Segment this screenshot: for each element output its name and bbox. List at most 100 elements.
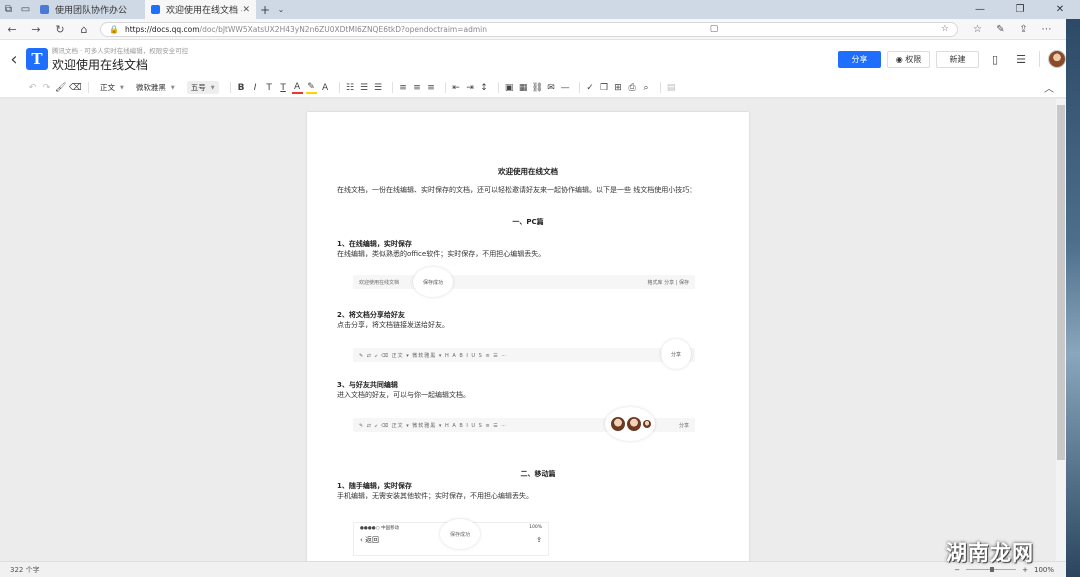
minimize-icon[interactable]: — [960, 4, 1000, 15]
url-field[interactable]: 🔒 https://docs.qq.com /doc/bJtWW5XatsUX2… [100, 21, 958, 37]
restore-icon[interactable]: ❐ [1000, 4, 1040, 15]
text-effect-icon[interactable]: A [320, 83, 331, 93]
image-icon[interactable]: ▣ [504, 83, 515, 93]
divider [88, 82, 89, 93]
section-heading-pc: 一、PC篇 [512, 218, 544, 226]
divider [1039, 51, 1040, 67]
more-options-icon[interactable]: ▤ [666, 83, 677, 93]
redo-icon[interactable]: ↷ [41, 83, 52, 93]
undo-icon[interactable]: ↶ [27, 83, 38, 93]
avatar [643, 420, 651, 428]
forward-icon[interactable]: → [24, 23, 48, 36]
doc-title[interactable]: 欢迎使用在线文档 [52, 56, 188, 73]
chevron-down-icon[interactable]: ⌄ [274, 5, 288, 14]
permission-button[interactable]: ◉ 权限 [887, 50, 930, 68]
spellcheck-icon[interactable]: ✓ [585, 83, 596, 93]
font-color-icon[interactable]: A [291, 82, 303, 94]
share-icon[interactable]: ⇪ [1012, 24, 1035, 35]
align-left-icon[interactable]: ≡ [398, 83, 409, 93]
new-tab-icon[interactable]: + [256, 3, 274, 17]
window-controls: — ❐ ✕ [960, 4, 1080, 15]
highlight-icon[interactable]: ✎ [305, 82, 317, 94]
back-arrow-icon[interactable]: ‹ [4, 49, 24, 70]
illustration-share: ✎ ⇄ ⤶ ⌫ 正文 ▾ 微软雅黑 ▾ H A B I U S ≡ ☰ ⋯ [353, 348, 695, 362]
line-spacing-icon[interactable]: ↕ [479, 83, 490, 93]
format-painter-icon[interactable]: 🖌 [55, 83, 66, 93]
avatar [611, 417, 625, 431]
font-size-select[interactable]: 五号 ▼ [186, 81, 219, 94]
search-icon[interactable]: ⌕ [641, 83, 652, 93]
align-right-icon[interactable]: ≡ [426, 83, 437, 93]
tab-favicon-icon [40, 5, 49, 14]
lock-icon: 🔒 [109, 24, 119, 34]
collapse-toolbar-icon[interactable]: ︿ [1044, 80, 1054, 95]
mock-share-label: 分享 [678, 422, 689, 429]
divider [229, 82, 231, 93]
mobile-icon[interactable]: ▯ [985, 53, 1005, 66]
share-button[interactable]: 分享 [838, 50, 881, 68]
coeditor-avatars [605, 407, 655, 441]
tip-heading: 1、随手编辑，实时保存 [337, 482, 412, 490]
ordered-list-icon[interactable]: ☷ [345, 83, 356, 93]
more-icon[interactable]: ⋯ [1035, 24, 1058, 35]
copy-icon[interactable]: ❐ [599, 83, 610, 93]
scrollbar-thumb[interactable] [1057, 105, 1065, 460]
zoom-slider[interactable] [966, 567, 1017, 572]
refresh-icon[interactable]: ↻ [48, 23, 72, 36]
clear-format-icon[interactable]: ⌫ [69, 83, 82, 93]
doc-intro: 在线文档，一份在线编辑、实时保存的文档，还可以轻松邀请好友来一起协作编辑。以下是… [337, 186, 697, 194]
bullet-list-icon[interactable]: ☰ [359, 83, 370, 93]
phone-save-bubble: 保存成功 [440, 519, 480, 549]
tip-text: 点击分享，将文档链接发送给好友。 [337, 321, 449, 329]
close-icon[interactable]: ✕ [242, 5, 250, 15]
phone-back: ‹ 返回 [360, 536, 380, 544]
close-window-icon[interactable]: ✕ [1040, 4, 1080, 15]
paragraph-style-select[interactable]: 正文 ▼ [100, 82, 124, 93]
table-icon[interactable]: ▦ [518, 83, 529, 93]
save-success-bubble: 保存成功 [413, 267, 453, 297]
eye-icon: ◉ [895, 54, 906, 64]
code-icon[interactable]: ⊞ [613, 83, 624, 93]
align-center-icon[interactable]: ≡ [412, 83, 423, 93]
zoom-slider-knob[interactable] [990, 567, 995, 572]
bold-icon[interactable]: B [236, 83, 247, 93]
browser-tab[interactable]: 使用团队协作办公 [34, 0, 145, 19]
pen-icon[interactable]: ✎ [989, 24, 1012, 35]
indent-increase-icon[interactable]: ⇥ [465, 83, 476, 93]
home-icon[interactable]: ⌂ [72, 23, 96, 36]
reader-icon[interactable]: ▢ [702, 24, 719, 34]
underline-icon[interactable]: T [278, 83, 289, 93]
menu-icon[interactable]: ☰ [1011, 53, 1031, 66]
tencent-docs-logo[interactable]: T [26, 48, 48, 70]
url-path: /doc/bJtWW5XatsUX2H43yN2n6ZU0XDtMI6ZNQE6… [199, 24, 487, 34]
back-icon[interactable]: ← [0, 23, 24, 36]
style-value: 正文 [100, 83, 115, 92]
vertical-scrollbar[interactable] [1056, 99, 1066, 561]
desktop-background [1066, 19, 1080, 577]
favorites-icon[interactable]: ☆ [966, 24, 989, 35]
document-page[interactable]: 欢迎使用在线文档 在线文档，一份在线编辑、实时保存的文档，还可以轻松邀请好友来一… [307, 112, 749, 561]
tab-actions-icon[interactable]: ⧉ [0, 0, 17, 19]
link-icon[interactable]: ⛓ [532, 83, 543, 93]
divider [578, 82, 580, 93]
doc-header: ‹ T 腾讯文档 · 可多人实时在线编辑，权限安全可控 欢迎使用在线文档 分享 … [0, 40, 1080, 78]
header-actions: 分享 ◉ 权限 新建 ▯ ☰ [838, 50, 1080, 68]
horizontal-line-icon[interactable]: — [560, 83, 571, 93]
checklist-icon[interactable]: ☰ [373, 83, 384, 93]
strikethrough-icon[interactable]: T [264, 83, 275, 93]
print-icon[interactable]: ⎙ [627, 83, 638, 93]
tip-heading: 2、将文档分享给好友 [337, 311, 405, 319]
comment-icon[interactable]: ✉ [546, 83, 557, 93]
illustration-save: 欢迎使用在线文档 格式库 分享 | 保存 [353, 275, 695, 289]
tab-list-icon[interactable]: ▭ [17, 0, 34, 19]
phone-carrier: ●●●●○ 中国移动 [360, 526, 400, 531]
avatar[interactable] [1048, 50, 1066, 68]
indent-decrease-icon[interactable]: ⇤ [451, 83, 462, 93]
font-family-select[interactable]: 微软雅黑 ▼ [136, 82, 175, 93]
browser-tab-active[interactable]: 欢迎使用在线文档 - 腾讯 ✕ [145, 0, 256, 19]
favorite-star-icon[interactable]: ☆ [933, 24, 949, 34]
new-button[interactable]: 新建 [936, 50, 979, 68]
title-block: 腾讯文档 · 可多人实时在线编辑，权限安全可控 欢迎使用在线文档 [52, 45, 188, 73]
phone-back-label: 返回 [365, 536, 380, 544]
italic-icon[interactable]: I [250, 83, 261, 93]
